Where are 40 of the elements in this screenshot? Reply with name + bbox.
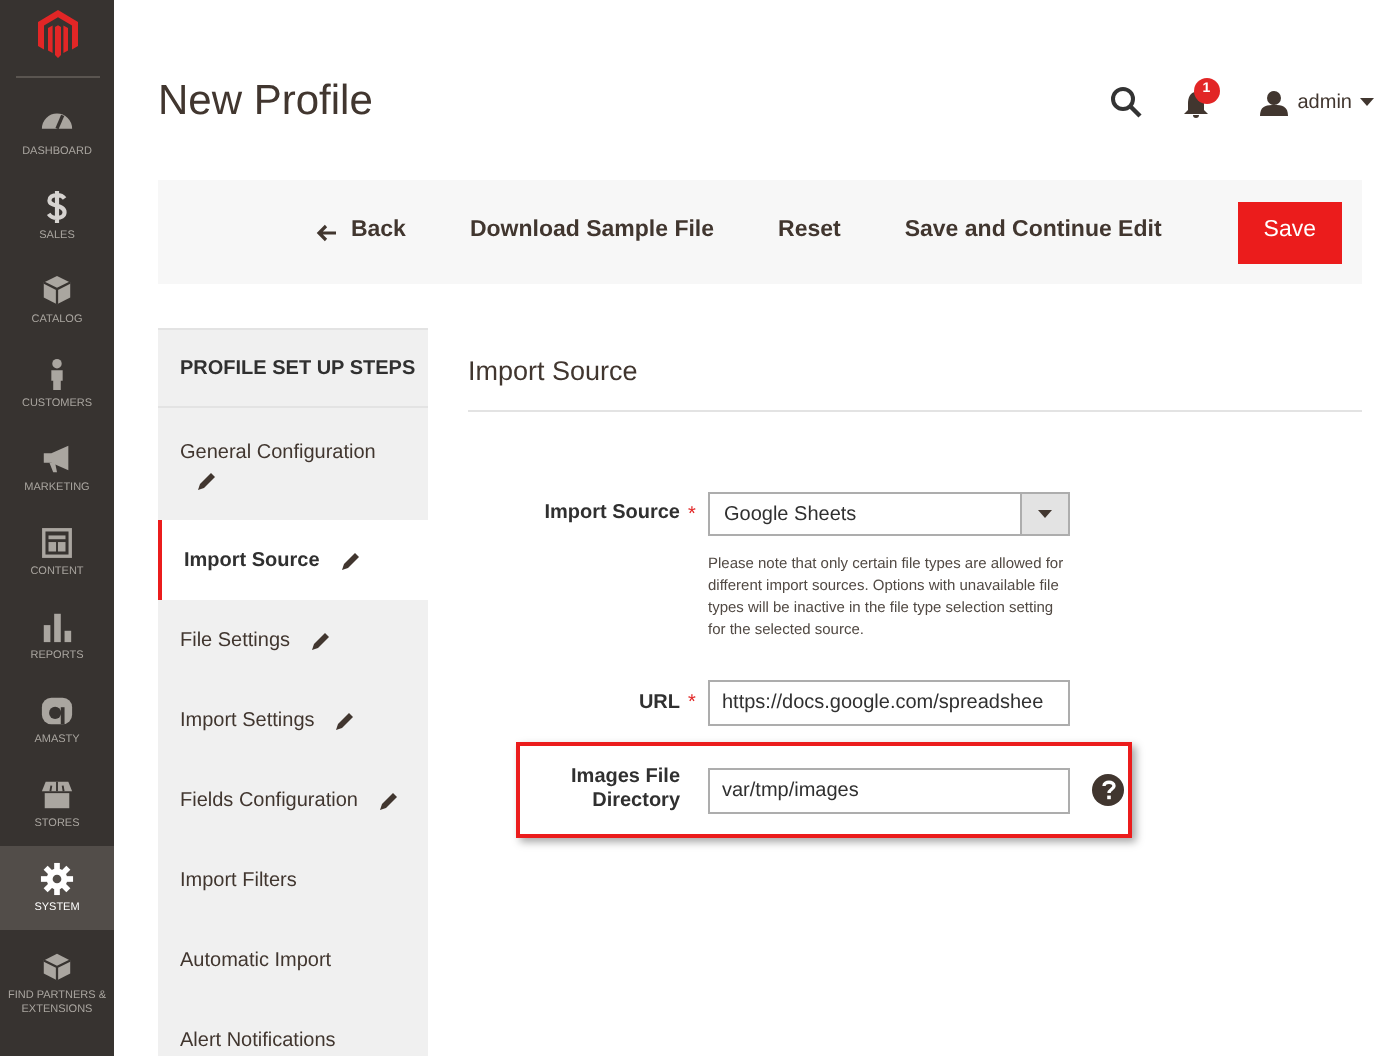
help-icon[interactable] — [1092, 774, 1124, 807]
required-asterisk: * — [688, 690, 698, 719]
blocks-icon — [40, 950, 74, 984]
dropdown-arrow-icon — [1038, 510, 1052, 519]
user-name[interactable]: admin — [1297, 87, 1352, 117]
a-shape-icon — [40, 693, 74, 727]
bar-chart-icon — [40, 609, 74, 643]
field-label: Images File Directory — [569, 766, 680, 815]
megaphone-icon — [40, 441, 74, 475]
back-button[interactable]: Back — [316, 214, 406, 250]
left-arrow-icon — [316, 223, 337, 241]
select-field[interactable]: Google Sheets — [708, 492, 1070, 537]
page-title: New Profile — [158, 76, 375, 129]
user-icon[interactable] — [1259, 89, 1288, 115]
store-icon — [40, 777, 74, 811]
step-item[interactable]: Alert Notifications — [158, 1000, 428, 1056]
field-label: Import Source — [542, 502, 680, 527]
gear-icon — [40, 861, 74, 895]
field-label: URL — [636, 691, 680, 716]
search-icon[interactable] — [1109, 86, 1142, 118]
toolbar-button[interactable]: Reset — [778, 214, 841, 250]
input-field[interactable]: var/tmp/images — [708, 767, 1070, 814]
required-asterisk: * — [688, 501, 698, 530]
step-item[interactable]: General Configuration — [158, 408, 428, 520]
steps-title: PROFILE SET UP STEPS — [158, 330, 428, 408]
toolbar-button[interactable]: Download Sample File — [469, 214, 715, 250]
step-item[interactable]: Import Settings — [158, 680, 428, 760]
step-item[interactable]: Fields Configuration — [158, 760, 428, 840]
step-item[interactable]: Automatic Import — [158, 920, 428, 1000]
layout-icon — [40, 525, 74, 559]
toolbar-button[interactable]: Save and Continue Edit — [904, 214, 1162, 250]
box-icon — [40, 273, 74, 307]
caret-icon[interactable] — [1360, 98, 1374, 106]
save-button[interactable]: Save — [1237, 201, 1342, 263]
step-item[interactable]: Import Filters — [158, 840, 428, 920]
section-title: Import Source — [468, 352, 1362, 413]
logo-icon[interactable] — [37, 10, 77, 58]
step-item[interactable]: Import Source — [158, 520, 428, 600]
step-item[interactable]: File Settings — [158, 600, 428, 680]
input-field[interactable]: https://docs.google.com/spreadshee — [708, 680, 1070, 727]
